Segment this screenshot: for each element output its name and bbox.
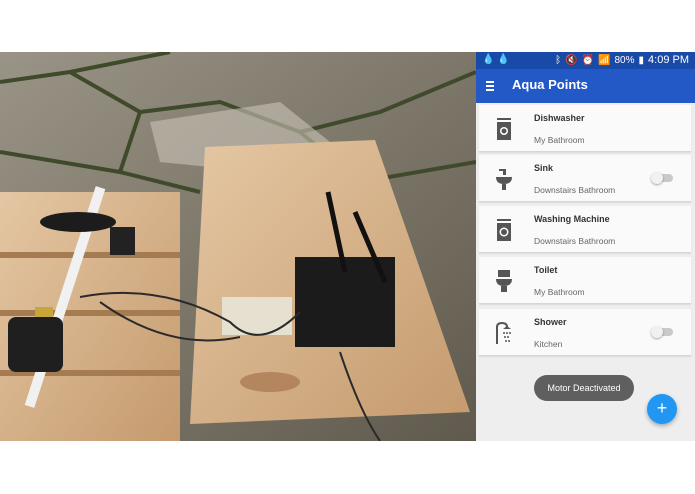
device-room: Downstairs Bathroom bbox=[534, 236, 616, 246]
app-title: Aqua Points bbox=[512, 77, 588, 92]
bluetooth-icon: ᛒ bbox=[555, 54, 562, 66]
battery-icon: ▮ bbox=[638, 54, 645, 66]
sink-toggle[interactable] bbox=[651, 172, 673, 184]
toilet-icon bbox=[496, 270, 512, 292]
alarm-icon: ⏰ bbox=[581, 54, 595, 66]
device-name: Dishwasher bbox=[534, 113, 585, 123]
battery-level: 80% bbox=[614, 54, 635, 66]
dishwasher-icon bbox=[497, 118, 511, 140]
wifi-icon: 📶 bbox=[598, 54, 611, 66]
drop-icon: 💧 bbox=[482, 54, 495, 65]
washing-machine-icon bbox=[497, 219, 511, 241]
menu-icon[interactable] bbox=[486, 79, 498, 93]
shower-icon bbox=[496, 321, 511, 344]
shower-toggle[interactable] bbox=[651, 326, 673, 338]
phone-screen: 💧 💧 ᛒ 🔇 ⏰ 📶 80% ▮ 4:09 PM Aqua Points Di… bbox=[476, 52, 695, 441]
snackbar: Motor Deactivated bbox=[534, 375, 634, 401]
device-card-washing-machine[interactable]: Washing Machine Downstairs Bathroom bbox=[479, 206, 691, 253]
add-device-button[interactable]: + bbox=[647, 394, 677, 424]
device-name: Washing Machine bbox=[534, 214, 610, 224]
hardware-photo bbox=[0, 52, 476, 441]
device-room: My Bathroom bbox=[534, 135, 585, 145]
status-time: 4:09 PM bbox=[648, 54, 689, 66]
app-bar: Aqua Points bbox=[476, 69, 695, 103]
device-room: Kitchen bbox=[534, 339, 563, 349]
sink-icon bbox=[496, 169, 512, 190]
device-name: Sink bbox=[534, 163, 554, 173]
device-card-dishwasher[interactable]: Dishwasher My Bathroom bbox=[479, 105, 691, 152]
device-room: Downstairs Bathroom bbox=[534, 185, 616, 195]
device-room: My Bathroom bbox=[534, 287, 585, 297]
mute-icon: 🔇 bbox=[565, 54, 578, 66]
status-bar: 💧 💧 ᛒ 🔇 ⏰ 📶 80% ▮ 4:09 PM bbox=[476, 52, 695, 69]
drop-icon: 💧 bbox=[497, 54, 510, 65]
device-card-toilet[interactable]: Toilet My Bathroom bbox=[479, 257, 691, 304]
device-card-shower[interactable]: Shower Kitchen bbox=[479, 309, 691, 356]
device-name: Toilet bbox=[534, 265, 558, 275]
device-card-sink[interactable]: Sink Downstairs Bathroom bbox=[479, 155, 691, 202]
device-name: Shower bbox=[534, 317, 567, 327]
